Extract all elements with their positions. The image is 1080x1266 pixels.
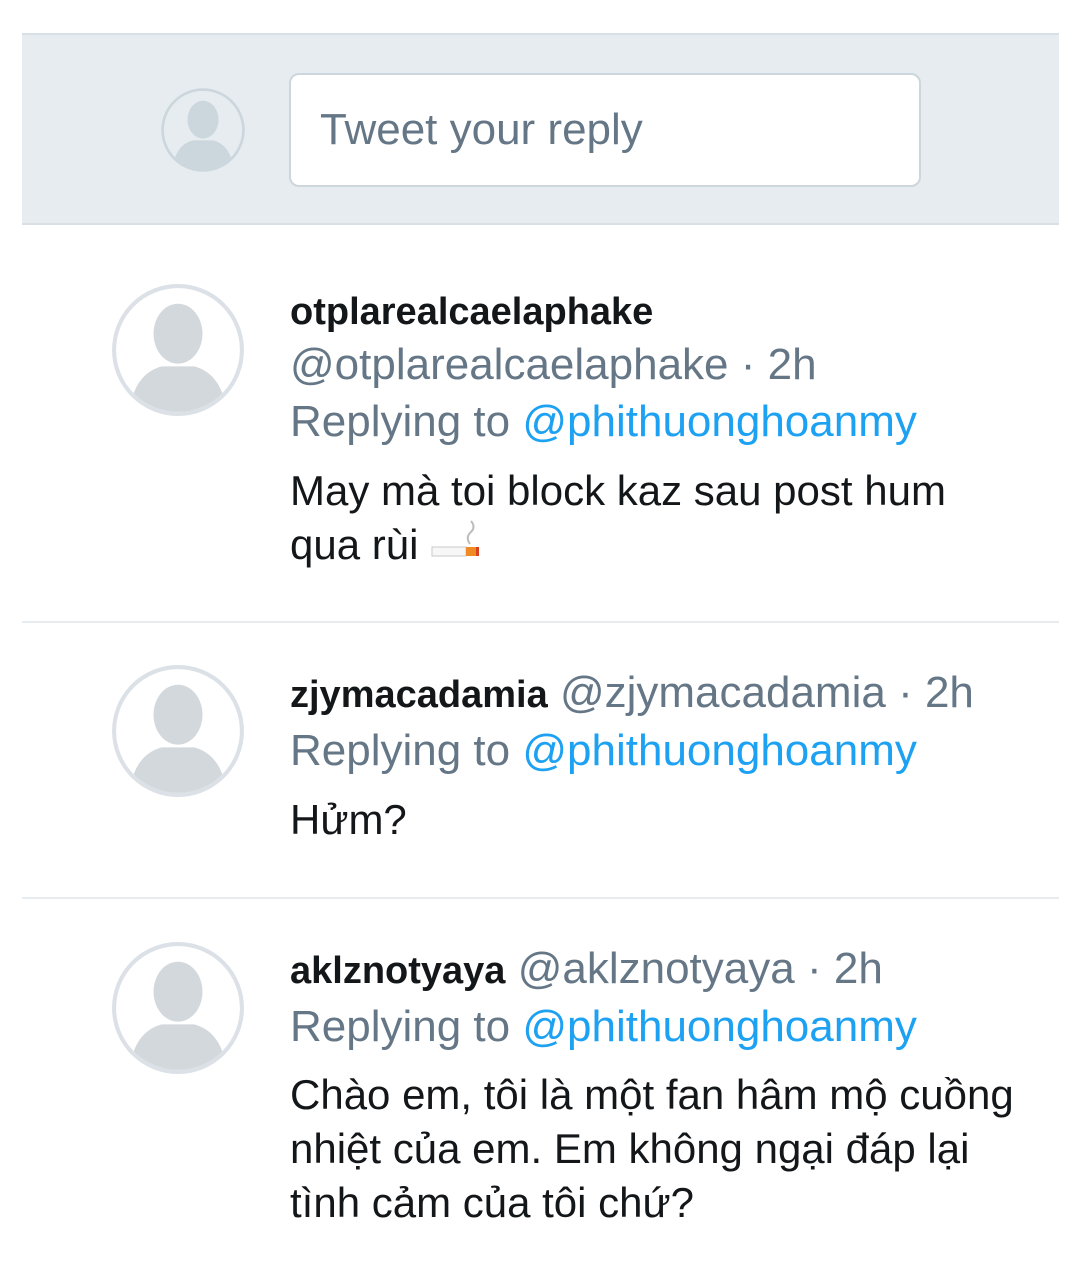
mention-link[interactable]: @phithuonghoanmy	[522, 726, 917, 775]
user-display-name[interactable]: otplarealcaelaphake	[290, 291, 653, 333]
user-handle[interactable]: @otplarealcaelaphake	[290, 340, 729, 389]
separator-dot: ·	[898, 668, 913, 717]
mention-link[interactable]: @phithuonghoanmy	[522, 1002, 917, 1051]
tweet-text: May mà toi block kaz sau post hum qua rù…	[290, 467, 946, 568]
user-handle[interactable]: @zjymacadamia	[560, 668, 886, 717]
default-avatar-icon[interactable]	[110, 282, 246, 418]
tweet-text: Chào em, tôi là một fan hâm mộ cuồng nhi…	[290, 1071, 1014, 1226]
replying-to-label: Replying to	[290, 726, 511, 775]
default-avatar-icon[interactable]	[110, 940, 246, 1076]
reply-composer	[22, 33, 1059, 225]
default-avatar-icon[interactable]	[160, 87, 246, 173]
replying-to-label: Replying to	[290, 1002, 511, 1051]
separator-dot: ·	[806, 944, 822, 993]
default-avatar-icon[interactable]	[110, 663, 246, 799]
tweet-timestamp[interactable]: 2h	[834, 944, 883, 993]
user-handle[interactable]: @aklznotyaya	[518, 944, 795, 993]
divider	[22, 897, 1059, 899]
tweet-text: Hửm?	[290, 796, 407, 843]
divider	[22, 621, 1059, 623]
user-display-name[interactable]: aklznotyaya	[290, 950, 505, 992]
user-display-name[interactable]: zjymacadamia	[290, 674, 548, 716]
mention-link[interactable]: @phithuonghoanmy	[522, 397, 917, 446]
separator-dot: ·	[740, 340, 756, 389]
cigarette-emoji-icon	[431, 520, 480, 557]
replying-to-label: Replying to	[290, 397, 511, 446]
reply-input[interactable]	[289, 73, 921, 187]
tweet-timestamp[interactable]: 2h	[768, 340, 817, 389]
tweet-timestamp[interactable]: 2h	[925, 668, 974, 717]
